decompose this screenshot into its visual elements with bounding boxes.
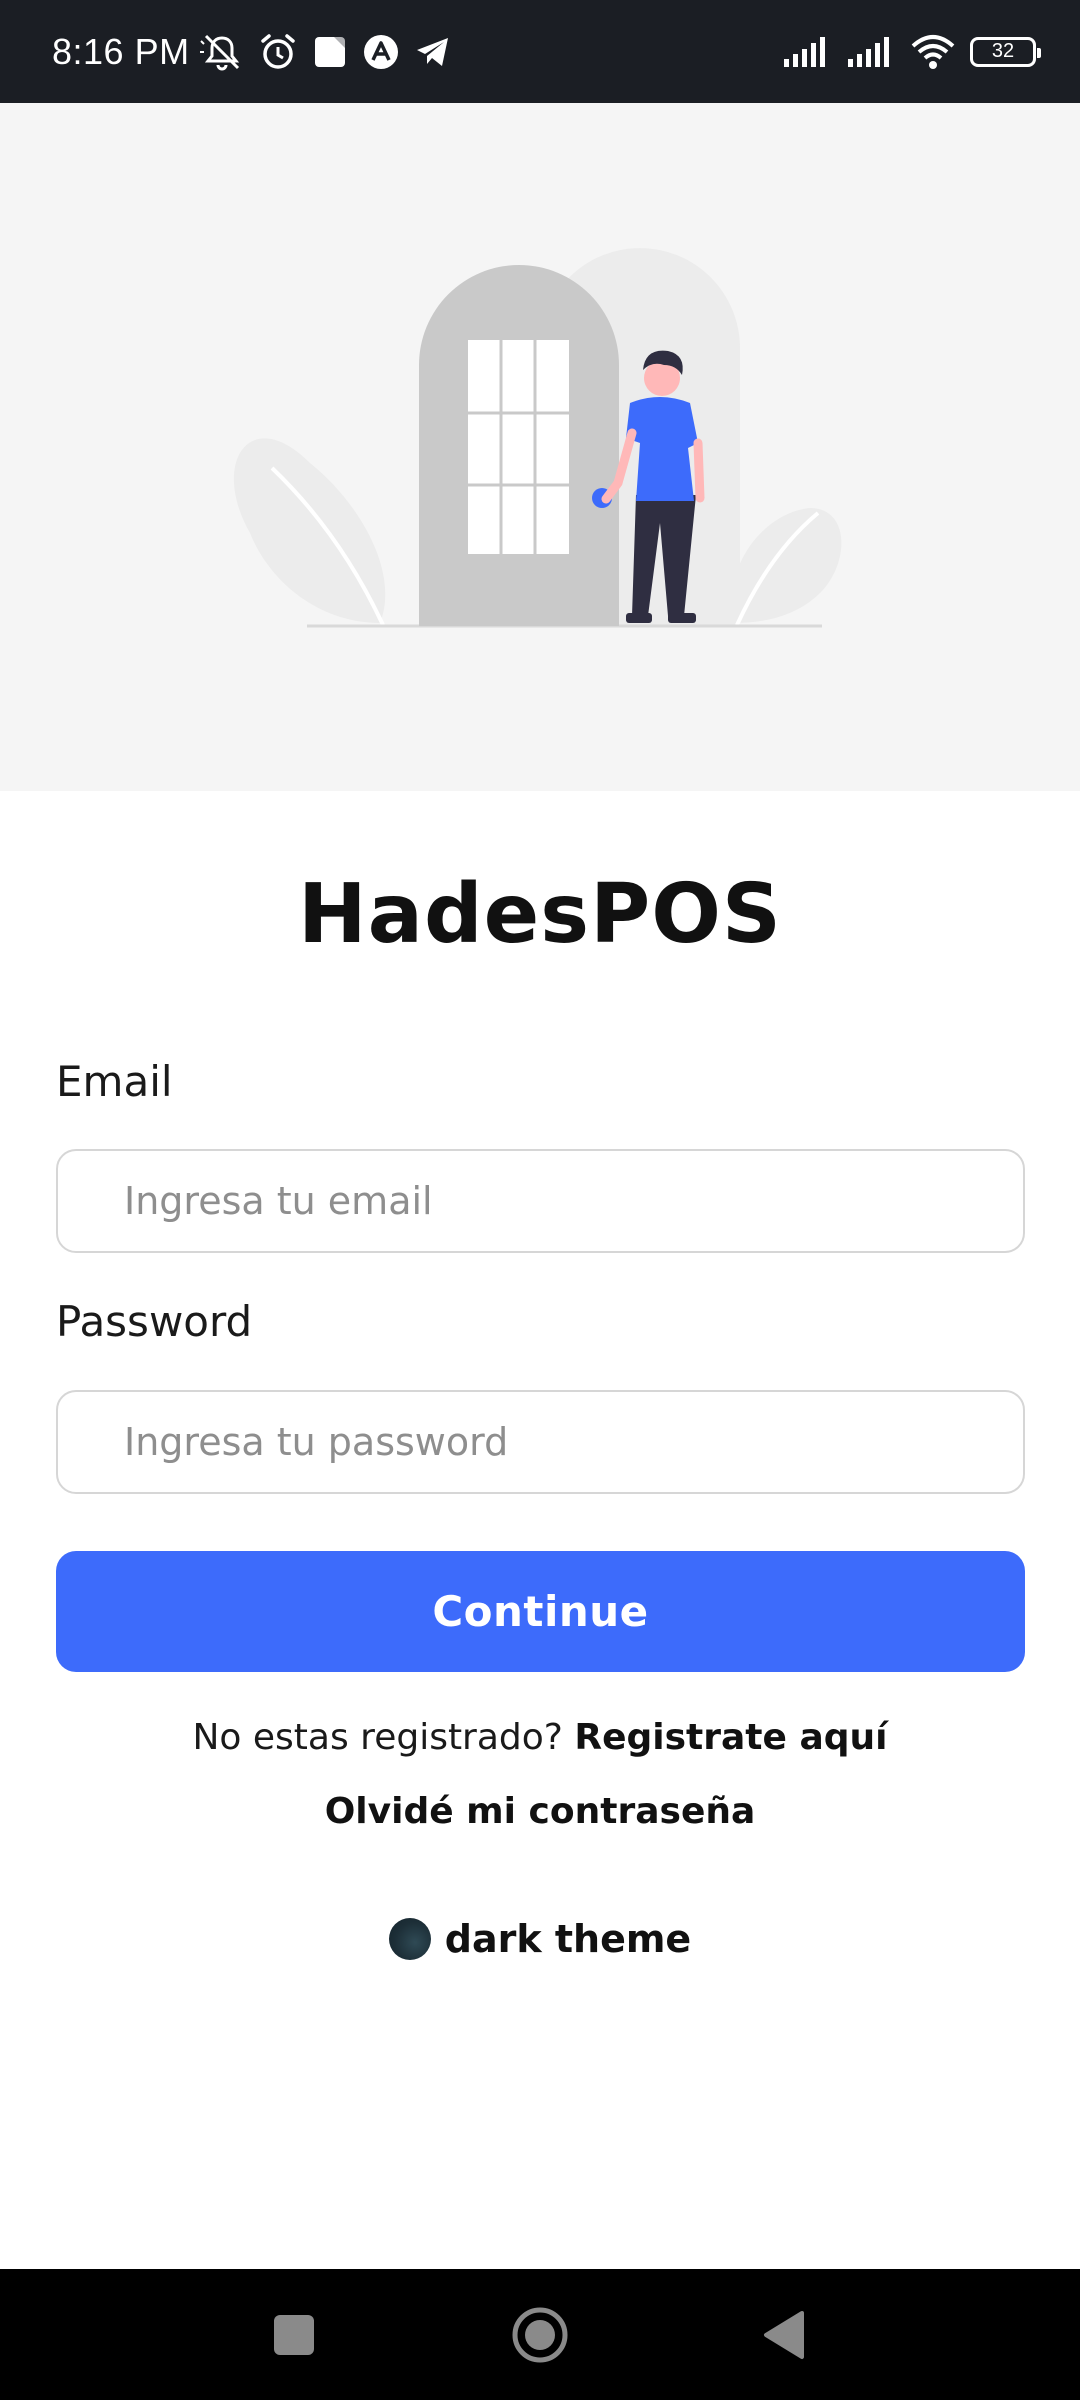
signal-icon: [846, 35, 896, 69]
telegram-icon: [414, 34, 452, 70]
app-a-icon: [362, 33, 400, 71]
status-system-icons: 32: [782, 34, 1041, 70]
register-prompt-line: No estas registrado? Registrate aquí: [0, 1717, 1080, 1758]
status-notification-icons: [199, 32, 452, 72]
recents-button[interactable]: [234, 2269, 354, 2400]
app-title: HadesPOS: [298, 867, 782, 962]
status-time: 8:16 PM: [52, 30, 190, 72]
password-label: Password: [56, 1297, 253, 1346]
status-bar: 8:16 PM 32: [0, 0, 1080, 103]
navigation-bar: [0, 2269, 1080, 2400]
moon-icon: [388, 1918, 431, 1960]
theme-toggle-label: dark theme: [444, 1917, 692, 1961]
back-icon: [764, 2310, 804, 2359]
recents-icon: [274, 2314, 314, 2355]
forgot-password-link[interactable]: Olvidé mi contraseña: [0, 1791, 1080, 1832]
register-link[interactable]: Registrate aquí: [574, 1717, 887, 1758]
continue-button[interactable]: Continue: [56, 1551, 1025, 1672]
battery-icon: 32: [970, 36, 1041, 67]
theme-toggle[interactable]: dark theme: [0, 1917, 1080, 1961]
email-input[interactable]: [56, 1149, 1025, 1253]
person-at-door-illustration: [233, 248, 842, 628]
square-app-icon: [312, 34, 348, 70]
mute-icon: [199, 32, 244, 72]
battery-level: 32: [991, 40, 1015, 62]
hero-banner: [0, 103, 1080, 791]
signal-icon: [782, 35, 832, 69]
home-button[interactable]: [480, 2269, 600, 2400]
password-input[interactable]: [56, 1390, 1025, 1494]
email-label: Email: [56, 1057, 173, 1106]
register-prompt: No estas registrado?: [192, 1717, 563, 1758]
home-icon: [512, 2307, 568, 2362]
alarm-icon: [258, 32, 298, 72]
back-button[interactable]: [724, 2269, 844, 2400]
wifi-icon: [910, 34, 956, 70]
